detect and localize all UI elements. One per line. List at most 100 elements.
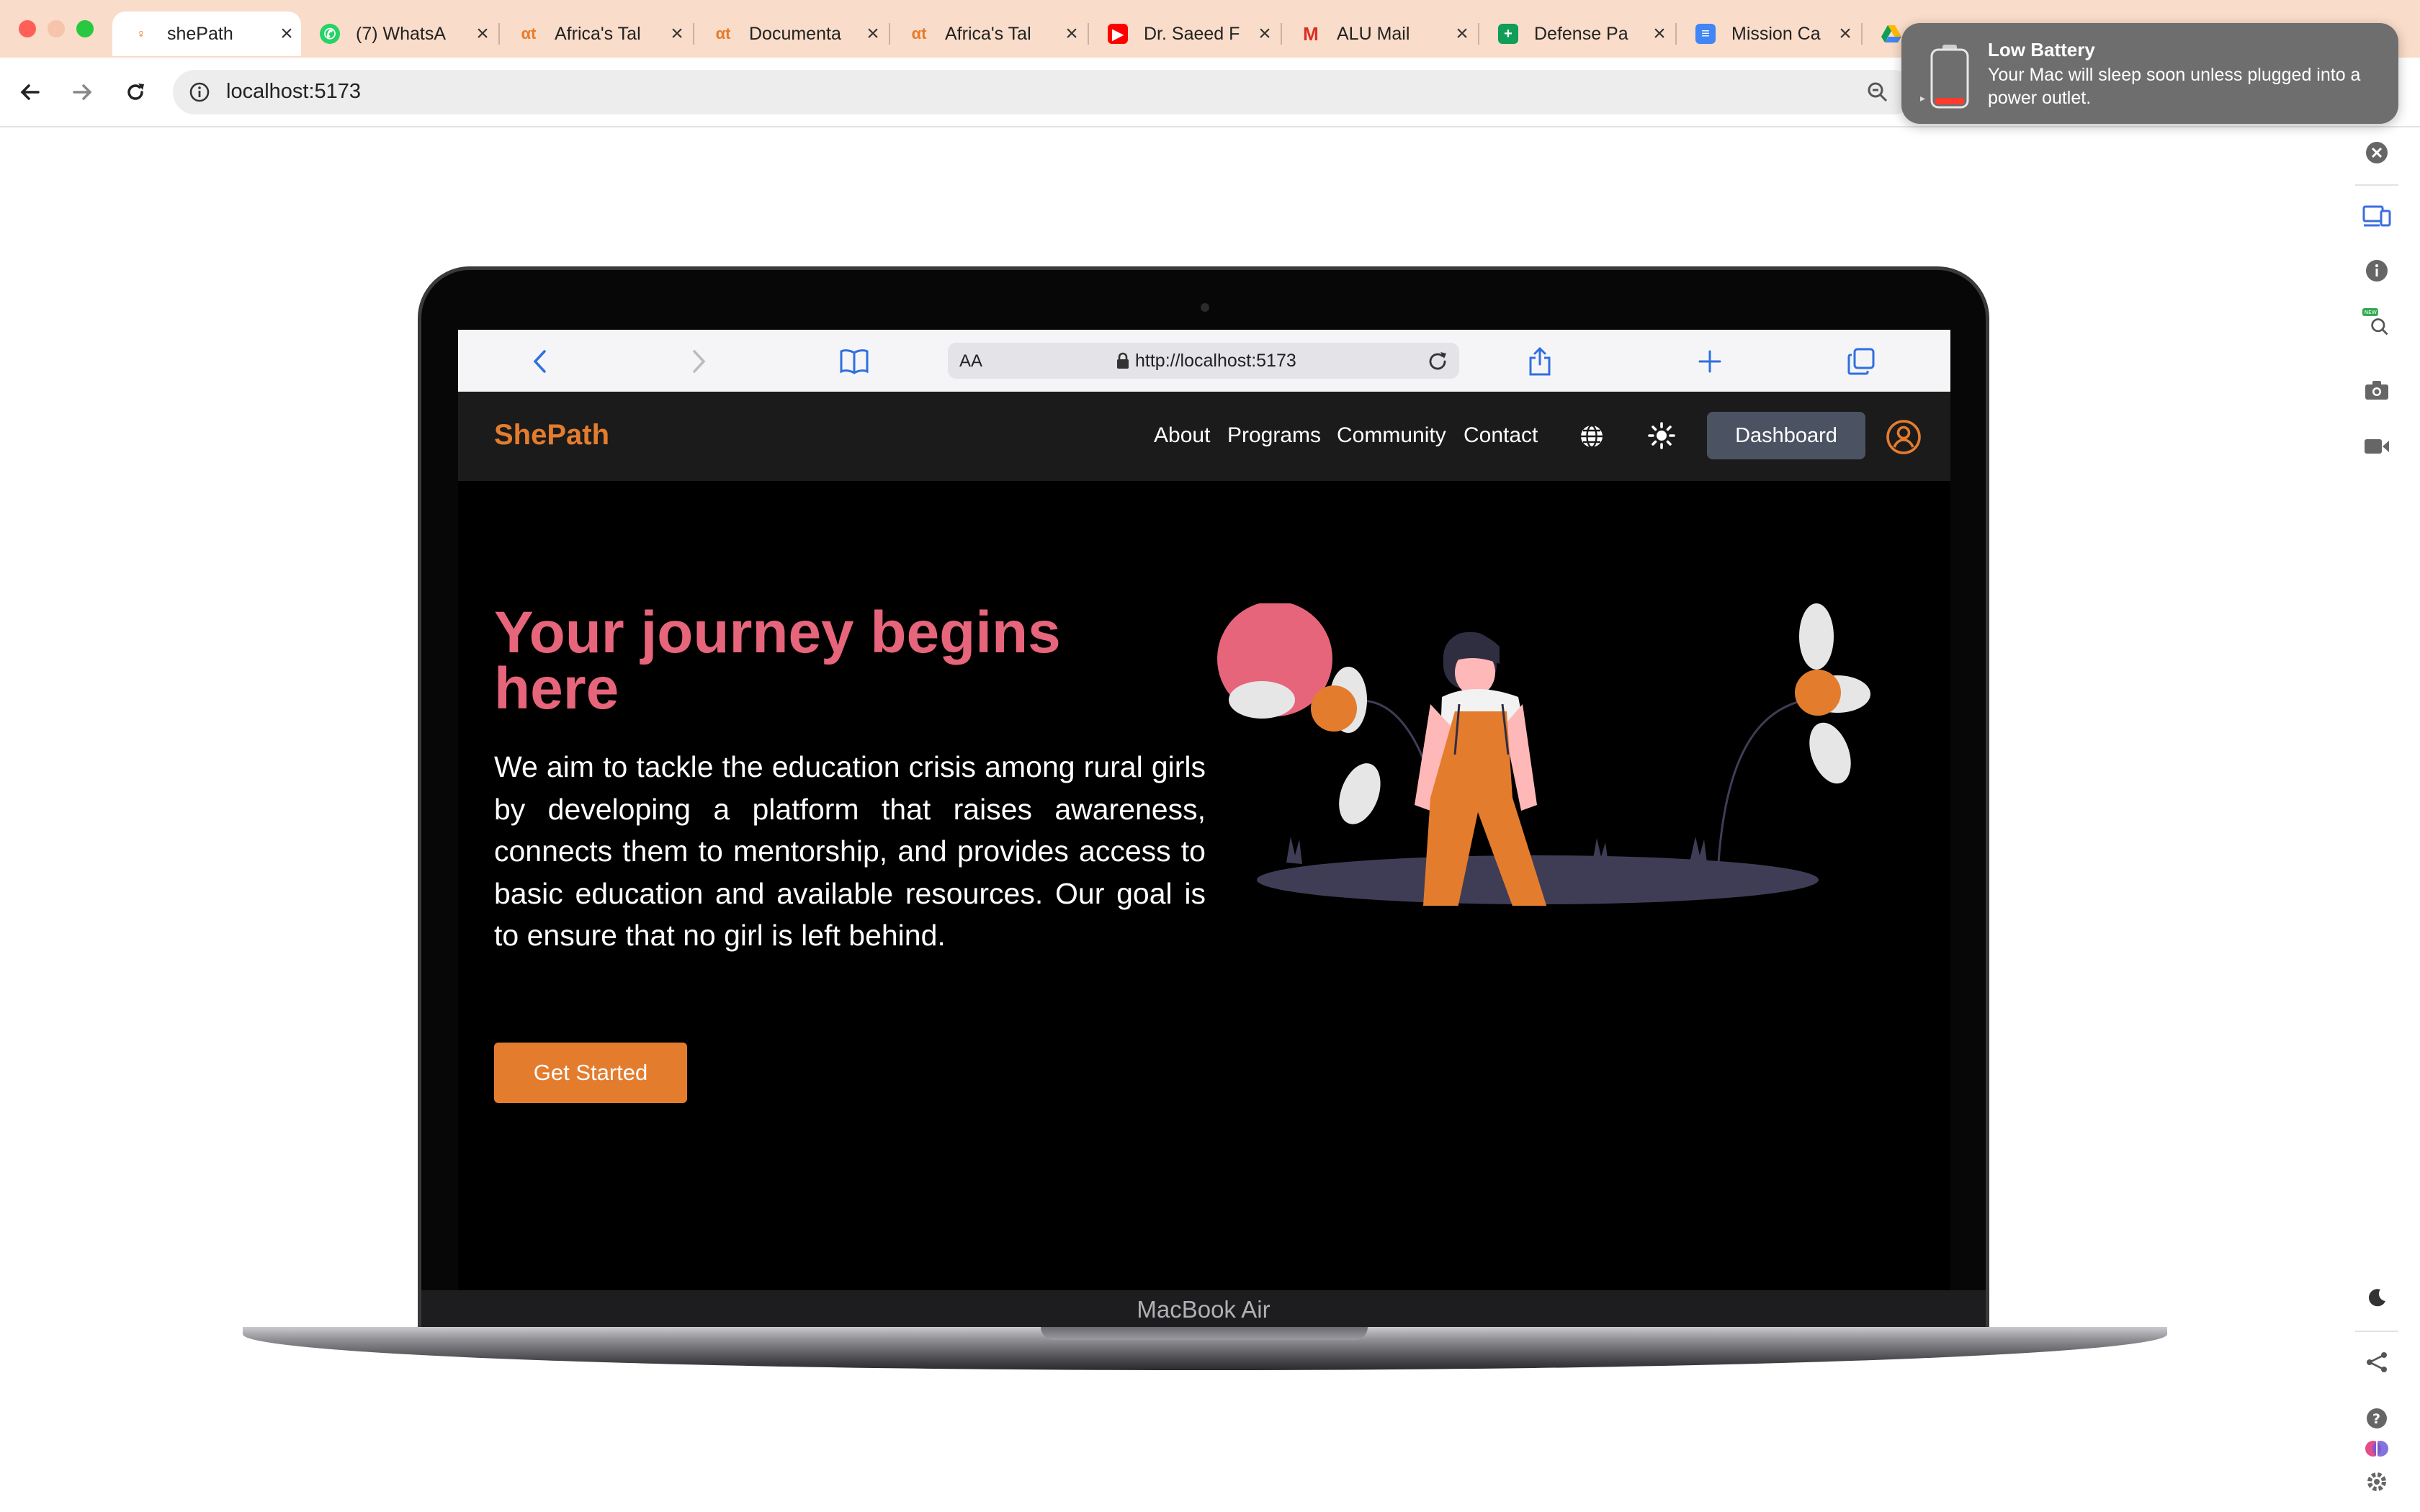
flower-center-left [1311, 685, 1357, 732]
tab-label: ALU Mail [1337, 23, 1410, 44]
close-tab-icon[interactable]: × [1831, 22, 1860, 46]
tab-alu-mail[interactable]: M ALU Mail × [1282, 12, 1476, 56]
device-label: MacBook Air [1137, 1296, 1270, 1323]
close-tab-icon[interactable]: × [468, 22, 497, 46]
hero-title: Your journey begins here [494, 600, 1061, 721]
close-tab-icon[interactable]: × [859, 22, 887, 46]
safari-new-tab-icon[interactable] [1694, 346, 1726, 377]
low-battery-notification[interactable]: ▸ Low Battery Your Mac will sleep soon u… [1901, 23, 2398, 124]
tab-mission[interactable]: ≡ Mission Ca × [1677, 12, 1860, 56]
close-panel-icon[interactable] [2362, 138, 2391, 167]
ai-brain-icon[interactable] [2362, 1434, 2391, 1463]
tab-whatsapp[interactable]: ✆ (7) WhatsA × [301, 12, 497, 56]
flower-stem-right [1717, 697, 1817, 863]
safari-reload-icon[interactable] [1426, 350, 1449, 377]
get-started-button[interactable]: Get Started [494, 1043, 687, 1103]
tab-label: Defense Pa [1534, 23, 1628, 44]
tab-documentation[interactable]: αt Documenta × [694, 12, 887, 56]
safari-address-bar[interactable]: AA http://localhost:5173 [948, 343, 1459, 379]
tab-defense[interactable]: + Defense Pa × [1479, 12, 1674, 56]
google-sheets-icon: + [1498, 24, 1518, 44]
safari-forward-icon[interactable] [683, 346, 714, 377]
google-drive-icon [1881, 24, 1901, 44]
hero-section: Your journey begins here We aim to tackl… [458, 481, 1950, 1290]
bookmarks-book-icon[interactable] [838, 346, 870, 377]
tab-youtube[interactable]: ▶ Dr. Saeed F × [1089, 12, 1279, 56]
tab-africastalking-2[interactable]: αt Africa's Tal × [890, 12, 1086, 56]
svg-text:NEW: NEW [2365, 309, 2377, 315]
reload-icon[interactable] [120, 76, 151, 108]
expand-indicator-icon: ▸ [1920, 92, 1926, 104]
google-docs-icon: ≡ [1695, 24, 1716, 44]
minimize-window-button[interactable] [48, 20, 65, 37]
nav-contact-link[interactable]: Contact [1464, 423, 1538, 448]
panel-divider [2355, 184, 2398, 186]
site-info-icon[interactable] [189, 81, 210, 107]
back-icon[interactable] [14, 76, 46, 108]
nav-community-link[interactable]: Community [1337, 423, 1446, 448]
close-tab-icon[interactable]: × [663, 22, 691, 46]
camera-screenshot-icon[interactable] [2362, 376, 2391, 405]
nav-programs-link[interactable]: Programs [1227, 423, 1321, 448]
safari-back-icon[interactable] [524, 346, 556, 377]
notification-body: Your Mac will sleep soon unless plugged … [1988, 65, 2361, 108]
help-icon[interactable]: ? [2362, 1404, 2391, 1433]
close-window-button[interactable] [19, 20, 36, 37]
lock-icon [1116, 352, 1129, 373]
shepath-favicon: ♀ [136, 26, 146, 41]
tab-africastalking[interactable]: αt Africa's Tal × [500, 12, 691, 56]
close-tab-icon[interactable]: × [1448, 22, 1476, 46]
dashboard-button[interactable]: Dashboard [1707, 412, 1865, 459]
notification-title: Low Battery [1988, 39, 2095, 60]
tab-label: Africa's Tal [555, 23, 641, 44]
safari-toolbar: AA http://localhost:5173 [458, 330, 1950, 392]
macbook-chin: MacBook Air [421, 1290, 1986, 1331]
webcam-dot [1201, 303, 1209, 312]
theme-toggle-sun-icon[interactable] [1648, 422, 1675, 453]
safari-share-icon[interactable] [1524, 346, 1556, 377]
responsive-devices-icon[interactable] [2362, 202, 2391, 230]
safari-url-text[interactable]: http://localhost:5173 [1135, 351, 1296, 372]
macbook-hinge-notch [1041, 1327, 1368, 1340]
close-tab-icon[interactable]: × [1057, 22, 1086, 46]
address-bar[interactable]: localhost:5173 [173, 70, 1916, 114]
close-tab-icon[interactable]: × [1645, 22, 1674, 46]
share-icon[interactable] [2362, 1348, 2391, 1377]
whatsapp-icon: ✆ [320, 24, 340, 44]
safari-tabs-overview-icon[interactable] [1845, 346, 1877, 377]
info-icon[interactable] [2362, 256, 2391, 285]
hero-description: We aim to tackle the education crisis am… [494, 750, 1206, 952]
panel-divider [2355, 1331, 2398, 1332]
africastalking-icon: αt [911, 24, 927, 42]
reader-aa-button[interactable]: AA [959, 351, 982, 372]
girl-with-flowers-illustration [1217, 603, 1870, 906]
close-tab-icon[interactable]: × [272, 22, 301, 46]
youtube-icon: ▶ [1108, 24, 1128, 44]
zoom-icon[interactable] [1867, 81, 1888, 107]
tab-label: Africa's Tal [945, 23, 1031, 44]
tab-label: Documenta [749, 23, 841, 44]
forward-icon[interactable] [66, 76, 98, 108]
site-logo[interactable]: ShePath [494, 419, 609, 451]
site-navbar: ShePath About Programs Community Contact… [458, 392, 1950, 481]
tab-drive[interactable] [1863, 12, 1906, 56]
gmail-icon: M [1303, 22, 1319, 45]
close-tab-icon[interactable]: × [1250, 22, 1279, 46]
tab-label: (7) WhatsA [356, 23, 447, 44]
nav-about-link[interactable]: About [1154, 423, 1210, 448]
battery-icon [1929, 43, 1971, 113]
dark-mode-moon-icon[interactable] [2362, 1283, 2391, 1312]
user-profile-icon[interactable] [1886, 419, 1922, 459]
svg-text:?: ? [2372, 1411, 2380, 1427]
language-globe-icon[interactable] [1579, 423, 1605, 453]
africastalking-icon: αt [521, 24, 537, 42]
tab-label: Dr. Saeed F [1144, 23, 1240, 44]
maximize-window-button[interactable] [76, 20, 94, 37]
flower-center-right [1795, 670, 1841, 716]
settings-gear-icon[interactable] [2362, 1467, 2391, 1496]
video-record-icon[interactable] [2362, 432, 2391, 461]
new-zoom-feature-icon[interactable]: NEW [2362, 308, 2391, 337]
address-text[interactable]: localhost:5173 [226, 80, 361, 104]
tab-shepath[interactable]: ♀ shePath × [112, 12, 301, 56]
tab-label: Mission Ca [1731, 23, 1821, 44]
